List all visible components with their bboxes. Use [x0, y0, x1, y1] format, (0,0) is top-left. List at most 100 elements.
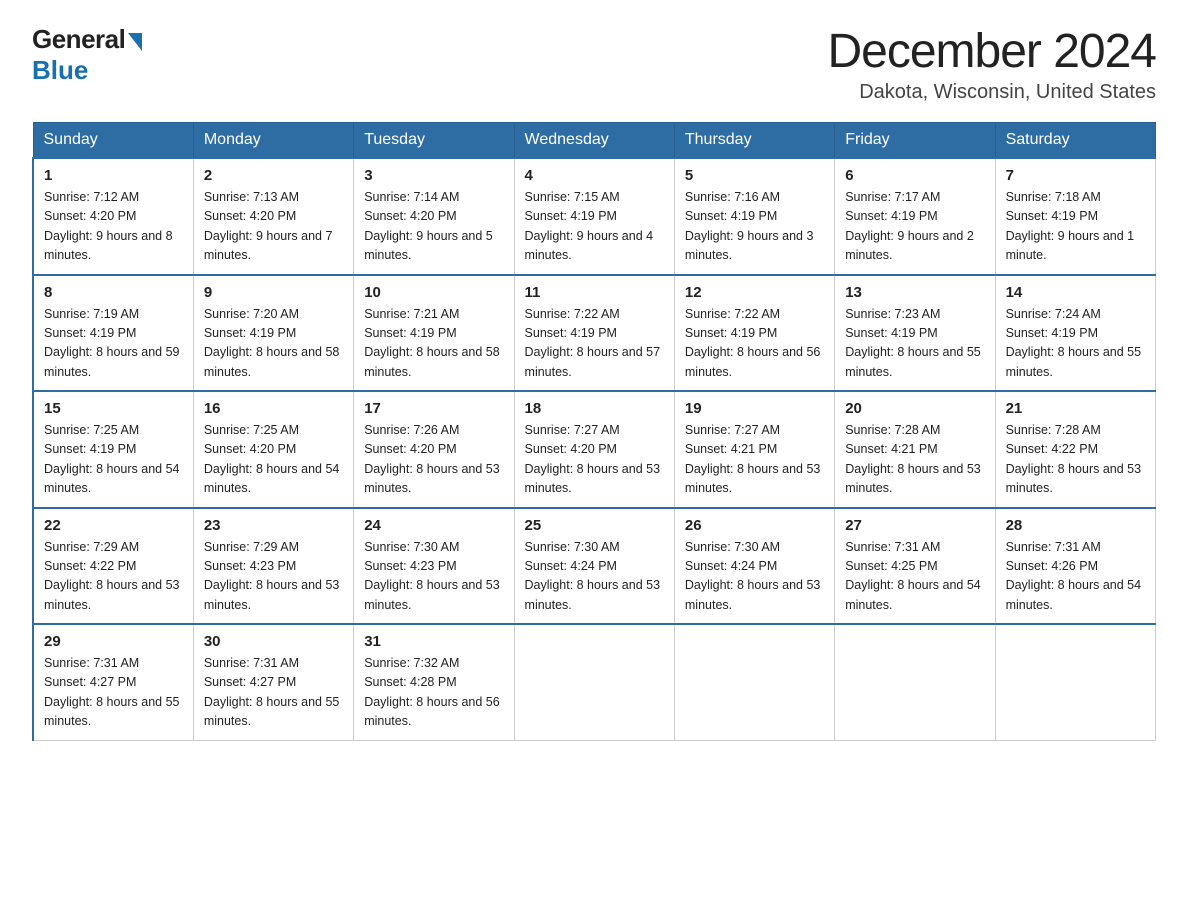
calendar-cell	[835, 624, 995, 740]
daylight-label: Daylight: 8 hours and 54 minutes.	[44, 462, 180, 495]
calendar-cell: 26 Sunrise: 7:30 AM Sunset: 4:24 PM Dayl…	[674, 508, 834, 625]
day-info: Sunrise: 7:13 AM Sunset: 4:20 PM Dayligh…	[204, 188, 343, 266]
daylight-label: Daylight: 8 hours and 53 minutes.	[364, 462, 500, 495]
calendar-cell: 12 Sunrise: 7:22 AM Sunset: 4:19 PM Dayl…	[674, 275, 834, 392]
day-info: Sunrise: 7:29 AM Sunset: 4:22 PM Dayligh…	[44, 538, 183, 616]
calendar-header-row: SundayMondayTuesdayWednesdayThursdayFrid…	[33, 123, 1156, 159]
calendar-cell	[674, 624, 834, 740]
sunset-label: Sunset: 4:19 PM	[44, 326, 136, 340]
daylight-label: Daylight: 9 hours and 7 minutes.	[204, 229, 333, 262]
title-month: December 2024	[827, 24, 1156, 79]
daylight-label: Daylight: 8 hours and 53 minutes.	[685, 462, 821, 495]
sunrise-label: Sunrise: 7:13 AM	[204, 190, 299, 204]
sunrise-label: Sunrise: 7:18 AM	[1006, 190, 1101, 204]
day-number: 12	[685, 284, 824, 301]
logo: General Blue	[32, 24, 142, 86]
day-number: 16	[204, 400, 343, 417]
daylight-label: Daylight: 8 hours and 53 minutes.	[525, 462, 661, 495]
calendar-cell: 11 Sunrise: 7:22 AM Sunset: 4:19 PM Dayl…	[514, 275, 674, 392]
calendar-cell: 27 Sunrise: 7:31 AM Sunset: 4:25 PM Dayl…	[835, 508, 995, 625]
day-info: Sunrise: 7:30 AM Sunset: 4:23 PM Dayligh…	[364, 538, 503, 616]
day-number: 21	[1006, 400, 1145, 417]
day-number: 17	[364, 400, 503, 417]
calendar-cell: 13 Sunrise: 7:23 AM Sunset: 4:19 PM Dayl…	[835, 275, 995, 392]
day-info: Sunrise: 7:28 AM Sunset: 4:22 PM Dayligh…	[1006, 421, 1145, 499]
day-info: Sunrise: 7:16 AM Sunset: 4:19 PM Dayligh…	[685, 188, 824, 266]
daylight-label: Daylight: 8 hours and 54 minutes.	[845, 578, 981, 611]
sunrise-label: Sunrise: 7:32 AM	[364, 656, 459, 670]
sunset-label: Sunset: 4:19 PM	[845, 326, 937, 340]
daylight-label: Daylight: 8 hours and 55 minutes.	[1006, 345, 1142, 378]
sunrise-label: Sunrise: 7:29 AM	[44, 540, 139, 554]
sunrise-label: Sunrise: 7:30 AM	[364, 540, 459, 554]
sunset-label: Sunset: 4:27 PM	[44, 675, 136, 689]
day-info: Sunrise: 7:24 AM Sunset: 4:19 PM Dayligh…	[1006, 305, 1145, 383]
calendar-cell: 30 Sunrise: 7:31 AM Sunset: 4:27 PM Dayl…	[193, 624, 353, 740]
sunset-label: Sunset: 4:19 PM	[685, 326, 777, 340]
sunrise-label: Sunrise: 7:22 AM	[525, 307, 620, 321]
day-info: Sunrise: 7:30 AM Sunset: 4:24 PM Dayligh…	[685, 538, 824, 616]
calendar-cell: 22 Sunrise: 7:29 AM Sunset: 4:22 PM Dayl…	[33, 508, 193, 625]
day-number: 19	[685, 400, 824, 417]
calendar-cell	[514, 624, 674, 740]
calendar-cell: 21 Sunrise: 7:28 AM Sunset: 4:22 PM Dayl…	[995, 391, 1155, 508]
day-info: Sunrise: 7:31 AM Sunset: 4:26 PM Dayligh…	[1006, 538, 1145, 616]
day-info: Sunrise: 7:29 AM Sunset: 4:23 PM Dayligh…	[204, 538, 343, 616]
day-info: Sunrise: 7:14 AM Sunset: 4:20 PM Dayligh…	[364, 188, 503, 266]
sunset-label: Sunset: 4:20 PM	[364, 209, 456, 223]
day-info: Sunrise: 7:18 AM Sunset: 4:19 PM Dayligh…	[1006, 188, 1145, 266]
calendar-cell: 6 Sunrise: 7:17 AM Sunset: 4:19 PM Dayli…	[835, 158, 995, 275]
sunrise-label: Sunrise: 7:28 AM	[1006, 423, 1101, 437]
col-header-sunday: Sunday	[33, 123, 193, 159]
day-number: 13	[845, 284, 984, 301]
title-location: Dakota, Wisconsin, United States	[827, 81, 1156, 104]
day-info: Sunrise: 7:20 AM Sunset: 4:19 PM Dayligh…	[204, 305, 343, 383]
daylight-label: Daylight: 9 hours and 1 minute.	[1006, 229, 1135, 262]
calendar-cell: 16 Sunrise: 7:25 AM Sunset: 4:20 PM Dayl…	[193, 391, 353, 508]
sunrise-label: Sunrise: 7:21 AM	[364, 307, 459, 321]
calendar-cell: 19 Sunrise: 7:27 AM Sunset: 4:21 PM Dayl…	[674, 391, 834, 508]
day-number: 31	[364, 633, 503, 650]
sunset-label: Sunset: 4:23 PM	[364, 559, 456, 573]
daylight-label: Daylight: 8 hours and 55 minutes.	[204, 695, 340, 728]
sunset-label: Sunset: 4:22 PM	[44, 559, 136, 573]
day-number: 27	[845, 517, 984, 534]
daylight-label: Daylight: 8 hours and 59 minutes.	[44, 345, 180, 378]
calendar-cell: 18 Sunrise: 7:27 AM Sunset: 4:20 PM Dayl…	[514, 391, 674, 508]
day-number: 29	[44, 633, 183, 650]
daylight-label: Daylight: 8 hours and 58 minutes.	[204, 345, 340, 378]
sunrise-label: Sunrise: 7:26 AM	[364, 423, 459, 437]
sunrise-label: Sunrise: 7:29 AM	[204, 540, 299, 554]
sunset-label: Sunset: 4:20 PM	[364, 442, 456, 456]
calendar-cell: 25 Sunrise: 7:30 AM Sunset: 4:24 PM Dayl…	[514, 508, 674, 625]
calendar-cell: 7 Sunrise: 7:18 AM Sunset: 4:19 PM Dayli…	[995, 158, 1155, 275]
calendar-cell: 31 Sunrise: 7:32 AM Sunset: 4:28 PM Dayl…	[354, 624, 514, 740]
sunrise-label: Sunrise: 7:12 AM	[44, 190, 139, 204]
daylight-label: Daylight: 8 hours and 56 minutes.	[685, 345, 821, 378]
sunrise-label: Sunrise: 7:20 AM	[204, 307, 299, 321]
day-number: 22	[44, 517, 183, 534]
day-info: Sunrise: 7:22 AM Sunset: 4:19 PM Dayligh…	[525, 305, 664, 383]
sunrise-label: Sunrise: 7:25 AM	[44, 423, 139, 437]
day-number: 14	[1006, 284, 1145, 301]
calendar-cell: 9 Sunrise: 7:20 AM Sunset: 4:19 PM Dayli…	[193, 275, 353, 392]
sunset-label: Sunset: 4:19 PM	[44, 442, 136, 456]
calendar-cell: 14 Sunrise: 7:24 AM Sunset: 4:19 PM Dayl…	[995, 275, 1155, 392]
sunset-label: Sunset: 4:26 PM	[1006, 559, 1098, 573]
col-header-monday: Monday	[193, 123, 353, 159]
page-header: General Blue December 2024 Dakota, Wisco…	[32, 24, 1156, 104]
sunrise-label: Sunrise: 7:30 AM	[525, 540, 620, 554]
sunrise-label: Sunrise: 7:31 AM	[44, 656, 139, 670]
sunset-label: Sunset: 4:20 PM	[204, 209, 296, 223]
daylight-label: Daylight: 8 hours and 57 minutes.	[525, 345, 661, 378]
calendar-week-row: 15 Sunrise: 7:25 AM Sunset: 4:19 PM Dayl…	[33, 391, 1156, 508]
day-number: 8	[44, 284, 183, 301]
sunset-label: Sunset: 4:19 PM	[525, 326, 617, 340]
day-number: 9	[204, 284, 343, 301]
daylight-label: Daylight: 9 hours and 4 minutes.	[525, 229, 654, 262]
sunset-label: Sunset: 4:19 PM	[845, 209, 937, 223]
sunset-label: Sunset: 4:23 PM	[204, 559, 296, 573]
day-number: 1	[44, 167, 183, 184]
day-info: Sunrise: 7:15 AM Sunset: 4:19 PM Dayligh…	[525, 188, 664, 266]
sunset-label: Sunset: 4:28 PM	[364, 675, 456, 689]
